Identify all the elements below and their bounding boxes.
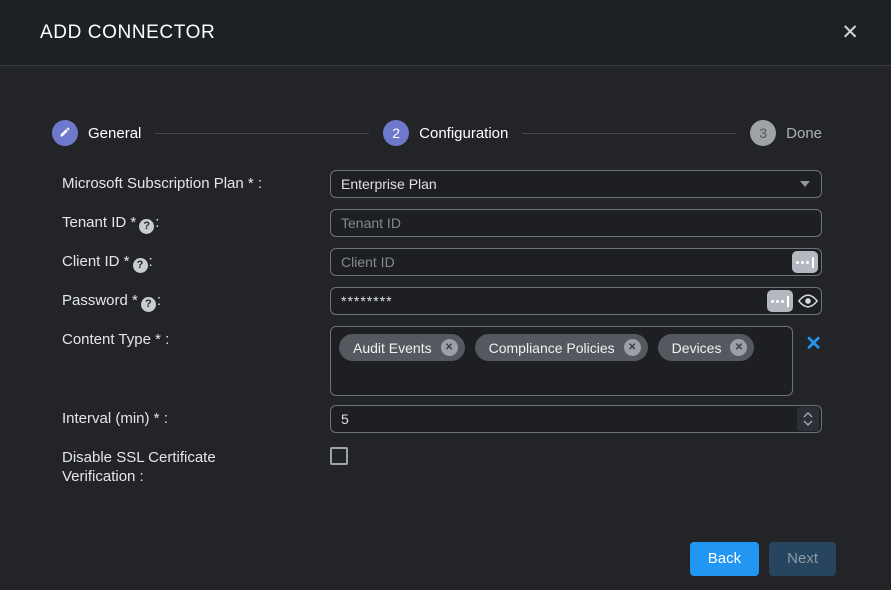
- eye-icon[interactable]: [798, 291, 818, 311]
- ssl-verification-label: Disable SSL Certificate Verification :: [62, 444, 330, 487]
- interval-field: [330, 405, 822, 433]
- step-done-label: Done: [786, 125, 822, 142]
- interval-row: Interval (min) * :: [62, 405, 822, 433]
- content-type-field: Audit Events ✕ Compliance Policies ✕ Dev…: [330, 326, 822, 396]
- dialog-header: ADD CONNECTOR ✕: [0, 0, 891, 66]
- add-connector-dialog: ADD CONNECTOR ✕ General 2 Configuration …: [0, 0, 891, 590]
- dot: [781, 300, 784, 303]
- dot: [801, 261, 804, 264]
- step-configuration[interactable]: 2 Configuration: [383, 120, 508, 146]
- password-row: Password *?:: [62, 287, 822, 315]
- client-id-label-colon: :: [149, 253, 153, 270]
- number-stepper[interactable]: [797, 407, 819, 431]
- tenant-id-row: Tenant ID *?:: [62, 209, 822, 237]
- dialog-footer: Back Next: [0, 542, 836, 576]
- client-id-row: Client ID *?:: [62, 248, 822, 276]
- chip-remove-icon[interactable]: ✕: [441, 339, 458, 356]
- wizard-stepper: General 2 Configuration 3 Done: [52, 120, 822, 146]
- close-icon[interactable]: ✕: [837, 18, 863, 47]
- chip-label: Audit Events: [353, 340, 432, 356]
- step-general-indicator: [52, 120, 78, 146]
- ssl-verification-checkbox[interactable]: [330, 447, 348, 465]
- password-label-text: Password *: [62, 292, 138, 309]
- tenant-id-label: Tenant ID *?:: [62, 209, 330, 237]
- content-type-row: Content Type * : Audit Events ✕ Complian…: [62, 326, 822, 396]
- password-label: Password *?:: [62, 287, 330, 315]
- password-field: [330, 287, 822, 315]
- tenant-id-field: [330, 209, 822, 237]
- help-icon[interactable]: ?: [139, 219, 154, 234]
- clear-all-icon[interactable]: ✕: [805, 334, 822, 354]
- back-button[interactable]: Back: [690, 542, 759, 576]
- cursor-bar: [787, 296, 789, 307]
- ssl-label-line2: Verification :: [62, 468, 144, 485]
- chip-remove-icon[interactable]: ✕: [730, 339, 747, 356]
- content-type-multiselect[interactable]: Audit Events ✕ Compliance Policies ✕ Dev…: [330, 326, 793, 396]
- ellipsis-picker-button[interactable]: [767, 290, 793, 312]
- chevron-up-icon: [803, 412, 813, 418]
- content-type-label: Content Type * :: [62, 326, 330, 350]
- tenant-id-input[interactable]: [330, 209, 822, 237]
- chip-audit-events: Audit Events ✕: [339, 334, 465, 361]
- interval-input[interactable]: [330, 405, 822, 433]
- step-general-label: General: [88, 125, 141, 142]
- ellipsis-picker-button[interactable]: [792, 251, 818, 273]
- chip-compliance-policies: Compliance Policies ✕: [475, 334, 648, 361]
- ssl-verification-field: [330, 444, 822, 487]
- client-id-input[interactable]: [330, 248, 822, 276]
- client-id-field: [330, 248, 822, 276]
- dialog-title: ADD CONNECTOR: [40, 22, 215, 44]
- step-general[interactable]: General: [52, 120, 141, 146]
- pencil-icon: [59, 125, 71, 141]
- subscription-plan-row: Microsoft Subscription Plan * : Enterpri…: [62, 170, 822, 198]
- tenant-id-label-colon: :: [155, 214, 159, 231]
- step-configuration-label: Configuration: [419, 125, 508, 142]
- step-configuration-indicator: 2: [383, 120, 409, 146]
- password-label-colon: :: [157, 292, 161, 309]
- help-icon[interactable]: ?: [133, 258, 148, 273]
- chip-devices: Devices ✕: [658, 334, 755, 361]
- help-icon[interactable]: ?: [141, 297, 156, 312]
- subscription-plan-label: Microsoft Subscription Plan * :: [62, 170, 330, 198]
- ssl-label-line1: Disable SSL Certificate: [62, 449, 216, 466]
- next-button[interactable]: Next: [769, 542, 836, 576]
- chevron-down-icon: [803, 420, 813, 426]
- step-done-indicator: 3: [750, 120, 776, 146]
- stepper-connector-line: [522, 133, 736, 134]
- dot: [776, 300, 779, 303]
- chip-label: Devices: [672, 340, 722, 356]
- dot: [796, 261, 799, 264]
- subscription-plan-field: Enterprise Plan: [330, 170, 822, 198]
- connector-config-form: Microsoft Subscription Plan * : Enterpri…: [62, 170, 822, 498]
- interval-label: Interval (min) * :: [62, 405, 330, 433]
- step-done[interactable]: 3 Done: [750, 120, 822, 146]
- chip-label: Compliance Policies: [489, 340, 615, 356]
- dot: [806, 261, 809, 264]
- dot: [771, 300, 774, 303]
- subscription-plan-select[interactable]: Enterprise Plan: [330, 170, 822, 198]
- chip-remove-icon[interactable]: ✕: [624, 339, 641, 356]
- cursor-bar: [812, 257, 814, 268]
- ssl-verification-row: Disable SSL Certificate Verification :: [62, 444, 822, 487]
- password-input[interactable]: [330, 287, 822, 315]
- client-id-label-text: Client ID *: [62, 253, 130, 270]
- tenant-id-label-text: Tenant ID *: [62, 214, 136, 231]
- stepper-connector-line: [155, 133, 369, 134]
- client-id-label: Client ID *?:: [62, 248, 330, 276]
